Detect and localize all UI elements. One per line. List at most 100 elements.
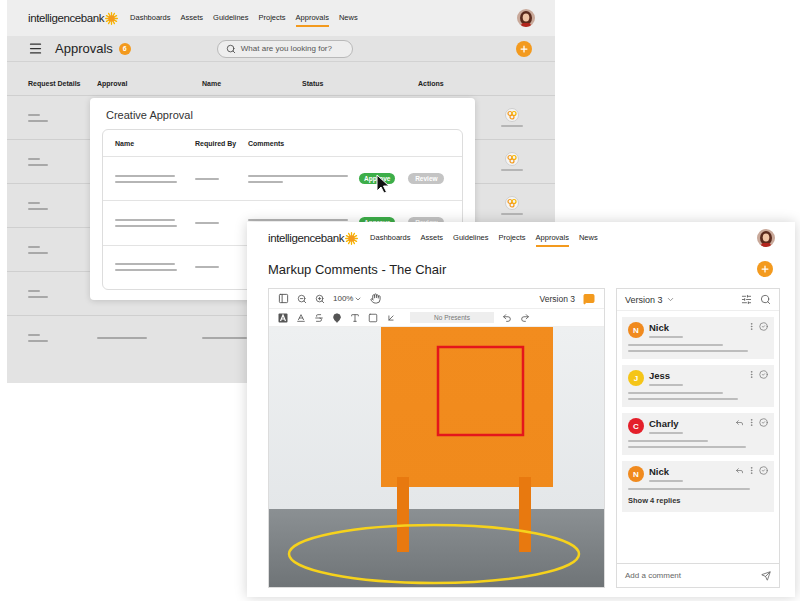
comment-actions xyxy=(735,466,768,475)
image-viewer: 100%Version 3 No Presents xyxy=(268,288,605,588)
comments-panel: Version 3 NNick JJess CCharly NNick Show 4 re… xyxy=(616,288,780,588)
nav-link[interactable]: Dashboards xyxy=(130,10,170,27)
strikethrough-icon[interactable] xyxy=(314,313,324,323)
panel-toggle-icon[interactable] xyxy=(278,293,289,304)
nav-link[interactable]: Assets xyxy=(181,10,204,27)
search-icon[interactable] xyxy=(760,294,771,305)
comments-icon[interactable] xyxy=(583,293,595,305)
nav-link[interactable]: Guidelines xyxy=(453,230,488,247)
search-field[interactable]: What are you looking for? xyxy=(217,40,353,58)
resolve-icon[interactable] xyxy=(759,370,768,379)
placeholder-cell xyxy=(195,178,248,180)
search-placeholder: What are you looking for? xyxy=(241,44,332,53)
more-icon[interactable] xyxy=(747,370,756,379)
zoom-select[interactable]: 100% xyxy=(333,294,362,303)
send-icon[interactable] xyxy=(761,571,771,581)
markup-annotations xyxy=(269,327,604,587)
comment-author: Nick xyxy=(649,322,683,333)
placeholder-cell xyxy=(248,175,359,183)
placeholder-cell xyxy=(28,246,97,254)
filter-icon[interactable] xyxy=(741,294,752,305)
viewer-toolbar: 100%Version 3 xyxy=(269,289,604,309)
table-header: NameRequired ByComments xyxy=(103,130,462,156)
comment-actions xyxy=(747,370,768,379)
nav-link[interactable]: Approvals xyxy=(296,10,329,27)
comment-card[interactable]: JJess xyxy=(622,365,774,407)
resolve-icon[interactable] xyxy=(759,466,768,475)
version-select[interactable]: Version 3 xyxy=(625,295,675,305)
approval-action-icon[interactable] xyxy=(505,152,519,166)
comment-header: NNick xyxy=(628,466,768,482)
logo[interactable]: intelligencebank xyxy=(268,232,358,245)
logo[interactable]: intelligencebank xyxy=(28,12,118,25)
nav-link[interactable]: Guidelines xyxy=(213,10,248,27)
comment-input[interactable]: Add a comment xyxy=(617,563,779,587)
placeholder-cell xyxy=(115,175,195,183)
rectangle-tool-icon[interactable] xyxy=(368,313,378,323)
reply-icon[interactable] xyxy=(735,418,744,427)
more-icon[interactable] xyxy=(747,466,756,475)
ellipse-annotation[interactable] xyxy=(289,525,579,583)
user-avatar-icon xyxy=(517,9,535,27)
more-icon[interactable] xyxy=(747,322,756,331)
more-icon[interactable] xyxy=(747,418,756,427)
title-row: Markup Comments - The Chair xyxy=(247,254,795,284)
nav-link[interactable]: Projects xyxy=(499,230,526,247)
comment-body xyxy=(628,392,768,400)
text-tool-icon[interactable] xyxy=(350,313,360,323)
user-avatar[interactable] xyxy=(757,229,775,247)
reply-icon[interactable] xyxy=(735,466,744,475)
approval-action-icon[interactable] xyxy=(505,196,519,210)
text-color-icon[interactable] xyxy=(296,313,306,323)
approval-row: ApproveReview xyxy=(103,156,462,200)
user-avatar[interactable] xyxy=(517,9,535,27)
nav-link[interactable]: Dashboards xyxy=(370,230,410,247)
zoom-in-icon[interactable] xyxy=(315,294,325,304)
add-button[interactable] xyxy=(516,41,532,57)
comment-card[interactable]: NNick xyxy=(622,317,774,359)
hamburger-menu-icon[interactable] xyxy=(28,41,43,56)
comment-card[interactable]: NNick Show 4 replies xyxy=(622,461,774,512)
resolve-icon[interactable] xyxy=(759,418,768,427)
add-button[interactable] xyxy=(757,261,773,277)
comment-card[interactable]: CCharly xyxy=(622,413,774,455)
nav-link[interactable]: Assets xyxy=(421,230,444,247)
comment-body xyxy=(628,440,768,448)
comment-placeholder: Add a comment xyxy=(625,571,681,580)
comment-actions xyxy=(735,418,768,427)
markup-title: Markup Comments - The Chair xyxy=(268,262,446,277)
rectangle-annotation[interactable] xyxy=(438,347,523,435)
comment-actions xyxy=(747,322,768,331)
presets-select[interactable]: No Presents xyxy=(410,312,494,323)
markup-tools: No Presents xyxy=(269,309,604,327)
show-replies-link[interactable]: Show 4 replies xyxy=(628,496,768,505)
main-nav: Dashboards Assets Guidelines Projects Approv… xyxy=(370,230,598,247)
comment-author: Charly xyxy=(649,418,683,429)
undo-icon[interactable] xyxy=(502,313,512,323)
action-cell xyxy=(501,108,523,127)
plus-icon xyxy=(760,264,770,274)
hand-icon[interactable] xyxy=(370,293,381,304)
chair-photo xyxy=(269,327,604,587)
zoom-out-icon[interactable] xyxy=(297,294,307,304)
placeholder-cell xyxy=(195,222,248,224)
comment-list: NNick JJess CCharly NNick Show 4 replies xyxy=(617,311,779,563)
nav-link[interactable]: News xyxy=(579,230,598,247)
nav-link[interactable]: Approvals xyxy=(536,230,569,247)
arrow-tool-icon[interactable] xyxy=(386,313,396,323)
column-header: Actions xyxy=(418,80,555,87)
approval-button[interactable]: Review xyxy=(408,173,444,184)
resolve-icon[interactable] xyxy=(759,322,768,331)
nav-link[interactable]: News xyxy=(339,10,358,27)
column-header: Approval xyxy=(97,80,202,87)
approval-action-icon[interactable] xyxy=(505,108,519,122)
table-header: Request DetailsApprovalNameStatusActions xyxy=(7,62,555,95)
column-header: Comments xyxy=(248,140,359,147)
main-nav: Dashboards Assets Guidelines Projects Approv… xyxy=(130,10,358,27)
pin-icon[interactable] xyxy=(332,313,342,323)
fill-tool-icon[interactable] xyxy=(278,313,288,323)
nav-link[interactable]: Projects xyxy=(259,10,286,27)
markup-main: 100%Version 3 No Presents Version 3 NNick JJ… xyxy=(247,284,795,597)
redo-icon[interactable] xyxy=(520,313,530,323)
logo-text: intelligencebank xyxy=(28,12,104,24)
